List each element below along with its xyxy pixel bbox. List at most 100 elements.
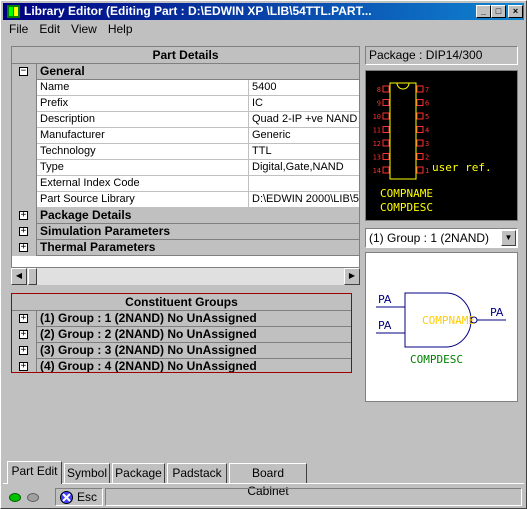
group-row[interactable]: + (4) Group : 4 (2NAND) No UnAssigned [12, 359, 351, 372]
property-name: External Index Code [37, 176, 249, 192]
package-pin-pad [382, 166, 390, 174]
scroll-left-button[interactable]: ◀ [11, 268, 27, 285]
package-preview[interactable]: 8 7 9 6 10 5 11 4 12 3 13 2 14 1 user ref. COMPNAME C… [365, 70, 518, 221]
package-user-ref: user ref. [432, 161, 492, 174]
expand-package-details-icon[interactable]: + [19, 211, 28, 220]
expand-simulation-parameters-icon[interactable]: + [19, 227, 28, 236]
status-bar: Esc [3, 487, 524, 507]
package-pin-pad [416, 112, 424, 120]
menu-edit[interactable]: Edit [33, 21, 65, 36]
property-row-technology[interactable]: Technology TTL [12, 144, 359, 160]
package-pin-number: 7 [425, 86, 429, 94]
thermal-parameters-label: Thermal Parameters [37, 240, 359, 256]
package-pin-pad [416, 153, 424, 160]
package-pin-pad [416, 166, 424, 174]
constituent-groups-panel: Constituent Groups + (1) Group : 1 (2NAN… [11, 293, 352, 373]
symbol-pin-out-label: PA [490, 306, 504, 319]
group-row[interactable]: + (3) Group : 3 (2NAND) No UnAssigned [12, 343, 351, 359]
esc-button[interactable]: Esc [55, 488, 103, 506]
tab-symbol[interactable]: Symbol [64, 463, 110, 483]
thermal-parameters-section-row[interactable]: + Thermal Parameters [12, 240, 359, 256]
simulation-parameters-section-row[interactable]: + Simulation Parameters [12, 224, 359, 240]
part-details-hscrollbar[interactable]: ◀ ▶ [11, 268, 360, 285]
property-value[interactable]: 5400 [249, 80, 359, 96]
app-icon[interactable] [7, 5, 20, 18]
part-details-header: Part Details [12, 47, 359, 64]
menu-view[interactable]: View [65, 21, 102, 36]
property-value[interactable]: Quad 2-IP +ve NAND [249, 112, 359, 128]
constituent-groups-header: Constituent Groups [12, 294, 351, 311]
title-bar[interactable]: Library Editor (Editing Part : D:\EDWIN … [3, 3, 524, 20]
package-pin-pad [382, 112, 390, 120]
esc-label: Esc [77, 490, 98, 504]
package-pin-number: 14 [373, 167, 381, 175]
symbol-compname: COMPNAME [422, 314, 475, 327]
package-pin-number: 5 [425, 113, 429, 121]
tab-part-edit[interactable]: Part Edit [7, 461, 62, 484]
property-row-name[interactable]: Name 5400 [12, 80, 359, 96]
package-pin-number: 1 [425, 167, 429, 175]
menu-file[interactable]: File [3, 21, 33, 36]
property-value[interactable]: Digital,Gate,NAND [249, 160, 359, 176]
package-details-section-row[interactable]: + Package Details [12, 208, 359, 224]
group-label: (3) Group : 3 (2NAND) No UnAssigned [37, 343, 351, 359]
scroll-thumb[interactable] [28, 268, 37, 285]
library-editor-window: Library Editor (Editing Part : D:\EDWIN … [0, 0, 527, 509]
cancel-icon [60, 491, 73, 504]
package-pin-number: 6 [425, 100, 429, 108]
tab-package[interactable]: Package [112, 463, 165, 483]
group-label: (1) Group : 1 (2NAND) No UnAssigned [37, 311, 351, 327]
group-row[interactable]: + (1) Group : 1 (2NAND) No UnAssigned [12, 311, 351, 327]
package-pin-number: 4 [425, 127, 429, 135]
expand-group-icon[interactable]: + [19, 346, 28, 355]
package-pin-pad [382, 99, 390, 106]
package-pin-pad [382, 139, 390, 147]
property-row-external-index[interactable]: External Index Code [12, 176, 359, 192]
property-row-prefix[interactable]: Prefix IC [12, 96, 359, 112]
property-row-manufacturer[interactable]: Manufacturer Generic [12, 128, 359, 144]
property-value[interactable]: IC [249, 96, 359, 112]
general-section-row[interactable]: − General [12, 64, 359, 80]
package-pin-number: 12 [373, 140, 381, 148]
simulation-parameters-label: Simulation Parameters [37, 224, 359, 240]
symbol-preview[interactable]: PA PA PA COMPNAME COMPDESC [365, 252, 518, 402]
maximize-button[interactable]: □ [491, 5, 506, 18]
property-value[interactable]: D:\EDWIN 2000\LIB\5 [249, 192, 359, 208]
collapse-general-icon[interactable]: − [19, 67, 28, 76]
expand-group-icon[interactable]: + [19, 362, 28, 371]
property-row-source-library[interactable]: Part Source Library D:\EDWIN 2000\LIB\5 [12, 192, 359, 208]
tab-padstack[interactable]: Padstack [167, 463, 227, 483]
property-value[interactable] [249, 176, 359, 192]
symbol-pin-a-label: PA [378, 293, 392, 306]
package-pin-pad [416, 126, 424, 133]
chevron-down-icon[interactable]: ▼ [501, 230, 516, 246]
close-button[interactable]: × [508, 5, 523, 18]
symbol-compdesc: COMPDESC [410, 353, 463, 366]
property-name: Name [37, 80, 249, 96]
property-row-type[interactable]: Type Digital,Gate,NAND [12, 160, 359, 176]
minimize-button[interactable]: _ [476, 5, 491, 18]
expand-group-icon[interactable]: + [19, 314, 28, 323]
property-value[interactable]: TTL [249, 144, 359, 160]
package-pin-number: 9 [377, 100, 381, 108]
expand-thermal-parameters-icon[interactable]: + [19, 243, 28, 252]
scroll-right-button[interactable]: ▶ [344, 268, 360, 285]
property-row-description[interactable]: Description Quad 2-IP +ve NAND [12, 112, 359, 128]
group-row[interactable]: + (2) Group : 2 (2NAND) No UnAssigned [12, 327, 351, 343]
property-value[interactable]: Generic [249, 128, 359, 144]
package-pin-pad [416, 85, 424, 93]
symbol-pin-b-label: PA [378, 319, 392, 332]
menu-help[interactable]: Help [102, 21, 138, 36]
property-name: Technology [37, 144, 249, 160]
package-pin-number: 3 [425, 140, 429, 148]
package-pin-pad [416, 99, 424, 106]
package-compname: COMPNAME [380, 187, 433, 200]
package-pin-pad [382, 153, 390, 160]
tab-board-cabinet[interactable]: Board Cabinet [229, 463, 307, 498]
package-pin-number: 13 [373, 154, 381, 162]
status-message-pane [105, 488, 522, 506]
part-details-grid: Part Details − General Name 5400 Prefix … [11, 46, 360, 268]
expand-group-icon[interactable]: + [19, 330, 28, 339]
property-name: Manufacturer [37, 128, 249, 144]
group-select[interactable]: (1) Group : 1 (2NAND) ▼ [365, 228, 518, 248]
